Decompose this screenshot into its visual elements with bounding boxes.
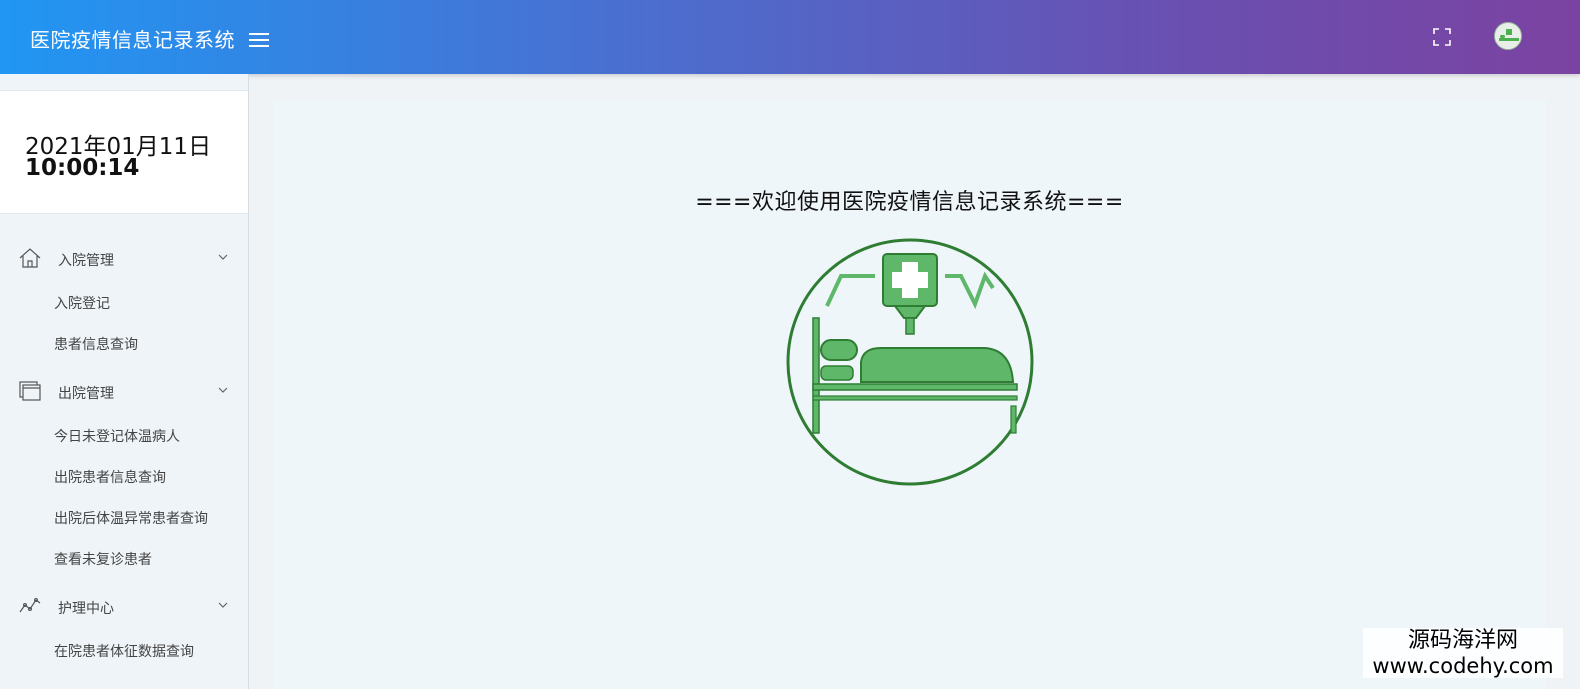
menu-item-abnormal-temp[interactable]: 出院后体温异常患者查询 bbox=[54, 508, 208, 528]
menu-item-admission-register[interactable]: 入院登记 bbox=[54, 293, 110, 313]
menu-item-unregistered-temp[interactable]: 今日未登记体温病人 bbox=[54, 426, 180, 446]
menu-item-patient-query[interactable]: 患者信息查询 bbox=[54, 334, 138, 354]
chart-line-icon bbox=[19, 598, 41, 613]
home-icon bbox=[19, 248, 41, 268]
menu-item-no-revisit[interactable]: 查看未复诊患者 bbox=[54, 549, 152, 569]
avatar-icon[interactable] bbox=[1494, 22, 1522, 50]
chevron-down-icon bbox=[218, 602, 228, 608]
welcome-message: ===欢迎使用医院疫情信息记录系统=== bbox=[695, 190, 1124, 215]
chevron-down-icon bbox=[218, 387, 228, 393]
watermark-url: www.codehy.com bbox=[1372, 654, 1554, 678]
menu-item-discharged-query[interactable]: 出院患者信息查询 bbox=[54, 467, 166, 487]
hamburger-icon[interactable] bbox=[249, 33, 269, 49]
clock-time: 10:00:14 bbox=[25, 155, 140, 181]
menu-group-nursing[interactable]: 护理中心 bbox=[0, 586, 248, 626]
menu-group-admission[interactable]: 入院管理 bbox=[0, 238, 248, 278]
sidebar: 2021年01月11日 10:00:14 入院管理 入院登记 患者信息查询 出院… bbox=[0, 74, 249, 689]
menu-group-label: 护理中心 bbox=[58, 601, 114, 617]
menu-group-label: 出院管理 bbox=[58, 386, 114, 402]
watermark: 源码海洋网 www.codehy.com bbox=[1363, 628, 1563, 678]
app-title: 医院疫情信息记录系统 bbox=[30, 28, 235, 52]
hospital-bed-logo bbox=[786, 238, 1034, 486]
fullscreen-icon[interactable] bbox=[1432, 27, 1452, 47]
menu-group-label: 入院管理 bbox=[58, 253, 114, 269]
main-content: ===欢迎使用医院疫情信息记录系统=== bbox=[273, 100, 1546, 689]
menu-item-vital-signs[interactable]: 在院患者体征数据查询 bbox=[54, 641, 194, 661]
menu-group-discharge[interactable]: 出院管理 bbox=[0, 371, 248, 411]
windows-icon bbox=[19, 381, 41, 401]
chevron-down-icon bbox=[218, 254, 228, 260]
clock-panel: 2021年01月11日 10:00:14 bbox=[0, 90, 248, 214]
top-header: 医院疫情信息记录系统 bbox=[0, 0, 1580, 74]
watermark-name: 源码海洋网 bbox=[1407, 628, 1518, 653]
